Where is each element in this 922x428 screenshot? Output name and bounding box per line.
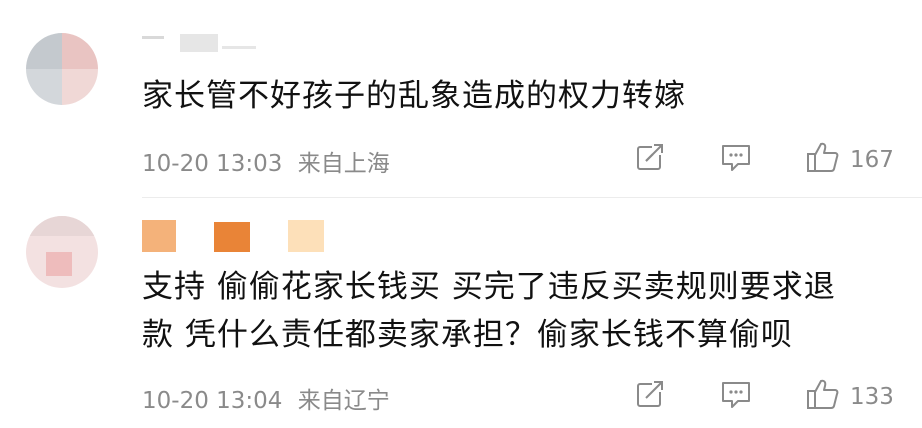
comment-text: 家长管不好孩子的乱象造成的权力转嫁: [142, 78, 686, 114]
comment-meta: 10-20 13:03 来自上海: [142, 144, 390, 178]
like-count: 133: [850, 384, 894, 410]
location: 来自辽宁: [297, 388, 390, 414]
comment-icon: [720, 380, 752, 416]
comment-item: 支持 偷偷花家长钱买 买完了违反买卖规则要求退 款 凭什么责任都卖家承担？偷家长…: [0, 195, 922, 428]
thumbs-up-icon: [806, 140, 840, 180]
share-icon: [634, 141, 666, 179]
share-icon: [634, 378, 666, 416]
like-button[interactable]: 167: [806, 140, 894, 180]
username-blurred[interactable]: [142, 220, 332, 254]
location: 来自上海: [297, 151, 390, 177]
share-button[interactable]: [634, 141, 666, 179]
avatar[interactable]: [26, 216, 98, 288]
avatar-blurred-image: [26, 33, 98, 105]
comment-meta: 10-20 13:04 来自辽宁: [142, 381, 390, 415]
timestamp: 10-20 13:03: [142, 151, 283, 177]
reply-button[interactable]: [720, 143, 752, 179]
thumbs-up-icon: [806, 377, 840, 417]
timestamp: 10-20 13:04: [142, 388, 283, 414]
like-button[interactable]: 133: [806, 377, 894, 417]
comment-icon: [720, 143, 752, 179]
like-count: 167: [850, 147, 894, 173]
username-blurred[interactable]: [142, 28, 272, 58]
comment-item: 家长管不好孩子的乱象造成的权力转嫁 10-20 13:03 来自上海 167: [0, 0, 922, 195]
share-button[interactable]: [634, 378, 666, 416]
reply-button[interactable]: [720, 380, 752, 416]
avatar-blurred-image: [26, 216, 98, 288]
comment-text-line: 支持 偷偷花家长钱买 买完了违反买卖规则要求退: [142, 269, 836, 305]
comment-text-line: 款 凭什么责任都卖家承担？偷家长钱不算偷呗: [142, 317, 793, 353]
avatar[interactable]: [26, 33, 98, 105]
